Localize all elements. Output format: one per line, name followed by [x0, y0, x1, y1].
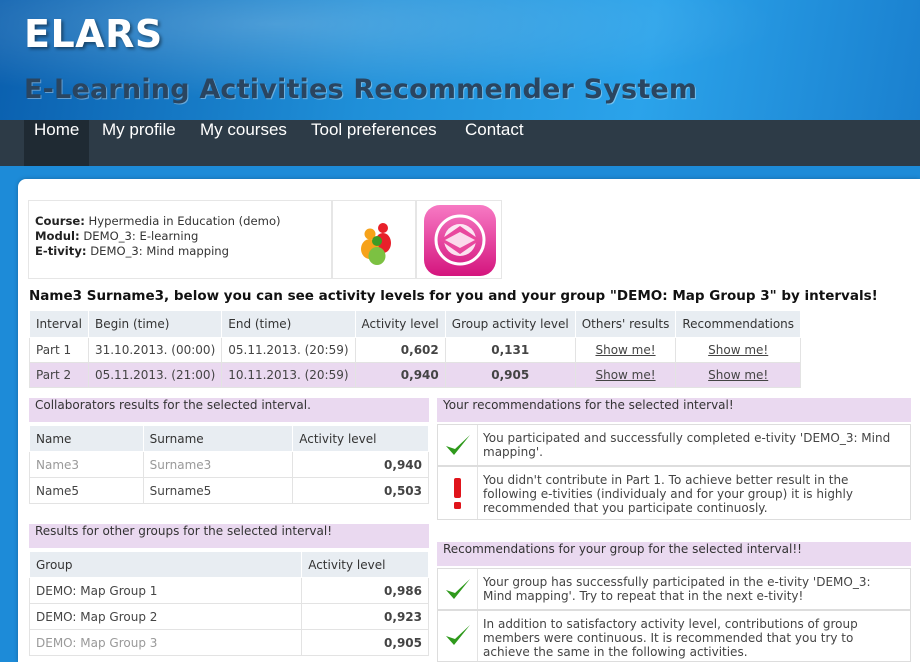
site-header: ELARS E-Learning Activities Recommender …	[0, 0, 920, 120]
collaborator-surname: Surname5	[142, 477, 294, 504]
collaborator-name: Name5	[29, 477, 144, 504]
table-row: Name5 Surname5 0,503	[29, 477, 429, 504]
course-label: Course:	[35, 214, 85, 228]
other-groups-header: Group Activity level	[28, 551, 429, 578]
activity-cell: 0,940	[354, 362, 446, 388]
table-row[interactable]: Part 1 31.10.2013. (00:00) 05.11.2013. (…	[29, 337, 802, 363]
table-row: DEMO: Map Group 3 0,905	[28, 629, 429, 656]
col-begin: Begin (time)	[87, 310, 223, 338]
col-activity-level: Activity level	[301, 551, 429, 578]
end-cell: 05.11.2013. (20:59)	[221, 337, 356, 363]
table-row-selected[interactable]: Part 2 05.11.2013. (21:00) 10.11.2013. (…	[29, 362, 802, 388]
col-recommendations: Recommendations	[675, 310, 802, 338]
mind-map-tool-icon[interactable]	[417, 201, 503, 280]
nav-tool-preferences[interactable]: Tool preferences	[301, 120, 447, 166]
interval-cell: Part 2	[29, 362, 89, 388]
end-cell: 10.11.2013. (20:59)	[221, 362, 356, 388]
main-navbar: Home My profile My courses Tool preferen…	[0, 120, 920, 166]
collaborators-table: Name Surname Activity level Name3 Surnam…	[29, 425, 429, 504]
app-subtitle: E-Learning Activities Recommender System	[24, 74, 698, 105]
nav-my-courses[interactable]: My courses	[190, 120, 297, 166]
recommendations-link[interactable]: Show me!	[675, 337, 802, 363]
table-row: DEMO: Map Group 2 0,923	[28, 603, 429, 630]
app-logo[interactable]: ELARS	[24, 12, 163, 56]
group-icon-box	[332, 200, 416, 279]
begin-cell: 31.10.2013. (00:00)	[87, 337, 223, 363]
course-info-box: Course: Hypermedia in Education (demo) M…	[28, 200, 332, 279]
col-interval: Interval	[29, 310, 89, 338]
group-name: DEMO: Map Group 1	[28, 577, 303, 604]
col-name: Name	[29, 425, 144, 452]
nav-home[interactable]: Home	[24, 120, 90, 166]
others-results-link[interactable]: Show me!	[574, 337, 677, 363]
modul-line: Modul: DEMO_3: E-learning	[35, 229, 331, 244]
col-group: Group	[28, 551, 303, 578]
group-people-icon	[361, 223, 391, 265]
other-groups-title: Results for other groups for the selecte…	[29, 524, 429, 548]
col-end: End (time)	[221, 310, 356, 338]
etivity-label: E-tivity:	[35, 244, 87, 258]
activity-cell: 0,602	[354, 337, 446, 363]
collaborator-surname: Surname3	[142, 451, 294, 478]
modul-label: Modul:	[35, 229, 80, 243]
interval-table-header: Interval Begin (time) End (time) Activit…	[29, 310, 802, 338]
collaborator-activity: 0,503	[292, 477, 429, 504]
modul-value: DEMO_3: E-learning	[83, 229, 199, 243]
nav-contact[interactable]: Contact	[455, 120, 534, 166]
interval-cell: Part 1	[29, 337, 89, 363]
group-recommendation-item: In addition to satisfactory activity lev…	[437, 610, 911, 662]
group-recommendation-item: Your group has successfully participated…	[437, 568, 911, 610]
table-row: Name3 Surname3 0,940	[29, 451, 429, 478]
col-others-results: Others' results	[574, 310, 677, 338]
interval-table: Interval Begin (time) End (time) Activit…	[29, 310, 802, 388]
checkmark-icon	[438, 611, 478, 661]
activity-summary-heading: Name3 Surname3, below you can see activi…	[29, 288, 878, 304]
recommendation-item: You didn't contribute in Part 1. To achi…	[437, 466, 911, 520]
col-surname: Surname	[142, 425, 294, 452]
other-groups-table: Group Activity level DEMO: Map Group 1 0…	[28, 551, 429, 656]
collaborators-title: Collaborators results for the selected i…	[29, 398, 429, 422]
recommendation-text: You participated and successfully comple…	[483, 431, 891, 459]
collaborator-name: Name3	[29, 451, 144, 478]
group-recommendation-text: In addition to satisfactory activity lev…	[483, 617, 858, 659]
group-recommendations-title: Recommendations for your group for the s…	[437, 542, 911, 566]
mindmap-icon-box[interactable]	[416, 200, 502, 279]
group-name: DEMO: Map Group 3	[28, 629, 303, 656]
others-results-link[interactable]: Show me!	[574, 362, 677, 388]
nav-my-profile[interactable]: My profile	[92, 120, 186, 166]
etivity-line: E-tivity: DEMO_3: Mind mapping	[35, 244, 331, 259]
recommendation-text: You didn't contribute in Part 1. To achi…	[483, 473, 853, 515]
checkmark-icon	[438, 425, 478, 465]
table-row: DEMO: Map Group 1 0,986	[28, 577, 429, 604]
group-activity-cell: 0,131	[444, 337, 576, 363]
group-activity: 0,986	[301, 577, 429, 604]
collaborators-header: Name Surname Activity level	[29, 425, 429, 452]
group-recommendation-text: Your group has successfully participated…	[483, 575, 871, 603]
col-activity: Activity level	[354, 310, 446, 338]
col-group-activity: Group activity level	[444, 310, 576, 338]
recommendations-link[interactable]: Show me!	[675, 362, 802, 388]
course-line: Course: Hypermedia in Education (demo)	[35, 214, 331, 229]
your-recommendations-title: Your recommendations for the selected in…	[437, 398, 911, 422]
course-value: Hypermedia in Education (demo)	[88, 214, 281, 228]
group-name: DEMO: Map Group 2	[28, 603, 303, 630]
group-activity: 0,905	[301, 629, 429, 656]
group-activity-cell: 0,905	[444, 362, 576, 388]
collaborator-activity: 0,940	[292, 451, 429, 478]
begin-cell: 05.11.2013. (21:00)	[87, 362, 223, 388]
group-activity: 0,923	[301, 603, 429, 630]
col-activity-level: Activity level	[292, 425, 429, 452]
recommendation-item: You participated and successfully comple…	[437, 424, 911, 466]
etivity-value: DEMO_3: Mind mapping	[90, 244, 230, 258]
exclamation-icon	[438, 467, 478, 519]
checkmark-icon	[438, 569, 478, 609]
